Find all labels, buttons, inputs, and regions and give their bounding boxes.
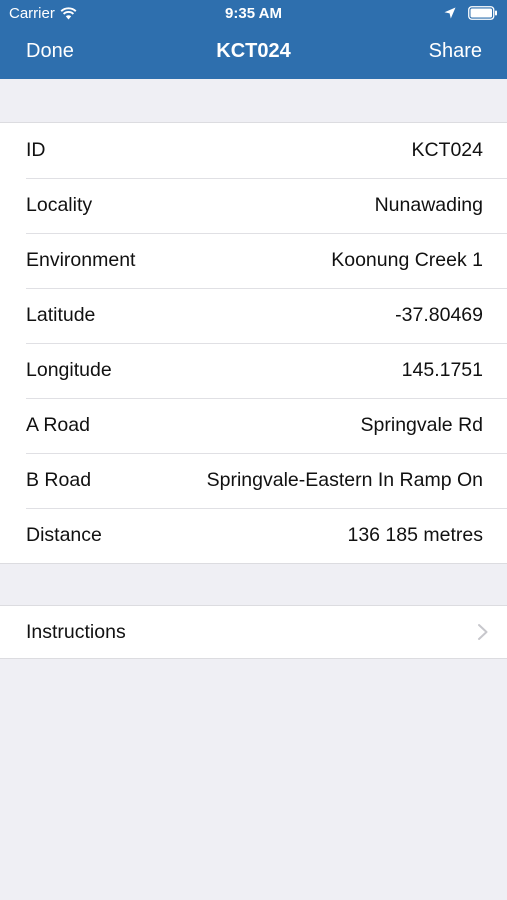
detail-row-environment: Environment Koonung Creek 1 xyxy=(0,233,507,288)
location-arrow-icon xyxy=(444,7,456,19)
detail-label: B Road xyxy=(26,469,92,491)
detail-label: Locality xyxy=(26,194,93,216)
chevron-right-icon xyxy=(478,624,488,640)
detail-value: Nunawading xyxy=(374,194,483,216)
detail-row-locality: Locality Nunawading xyxy=(0,178,507,233)
status-right-group xyxy=(444,6,498,20)
detail-row-id: ID KCT024 xyxy=(0,123,507,178)
detail-value: Springvale Rd xyxy=(360,414,483,436)
status-time: 9:35 AM xyxy=(225,5,282,22)
detail-value: 145.1751 xyxy=(401,359,483,381)
detail-value: Springvale-Eastern In Ramp On xyxy=(206,469,483,491)
detail-row-latitude: Latitude -37.80469 xyxy=(0,288,507,343)
share-button[interactable]: Share xyxy=(429,40,482,63)
detail-row-a-road: A Road Springvale Rd xyxy=(0,398,507,453)
status-bar: Carrier 9:35 AM xyxy=(0,0,507,28)
detail-value: 136 185 metres xyxy=(347,524,483,546)
detail-row-b-road: B Road Springvale-Eastern In Ramp On xyxy=(0,453,507,508)
detail-value: -37.80469 xyxy=(395,304,483,326)
battery-icon xyxy=(468,6,497,20)
detail-row-distance: Distance 136 185 metres xyxy=(0,508,507,563)
instructions-row[interactable]: Instructions xyxy=(0,606,507,658)
detail-value: Koonung Creek 1 xyxy=(331,249,483,271)
detail-value: KCT024 xyxy=(411,139,483,161)
instructions-label: Instructions xyxy=(26,620,126,643)
navigation-bar: Done KCT024 Share xyxy=(0,28,507,79)
detail-label: ID xyxy=(26,139,46,161)
details-group: ID KCT024 Locality Nunawading Environmen… xyxy=(0,122,507,564)
header: Carrier 9:35 AM Done KCT024 Share xyxy=(0,0,507,79)
detail-label: Latitude xyxy=(26,304,96,326)
detail-label: Distance xyxy=(26,524,102,546)
detail-label: A Road xyxy=(26,414,90,436)
detail-row-longitude: Longitude 145.1751 xyxy=(0,343,507,398)
detail-label: Longitude xyxy=(26,359,112,381)
detail-label: Environment xyxy=(26,249,136,271)
instructions-group: Instructions xyxy=(0,605,507,659)
